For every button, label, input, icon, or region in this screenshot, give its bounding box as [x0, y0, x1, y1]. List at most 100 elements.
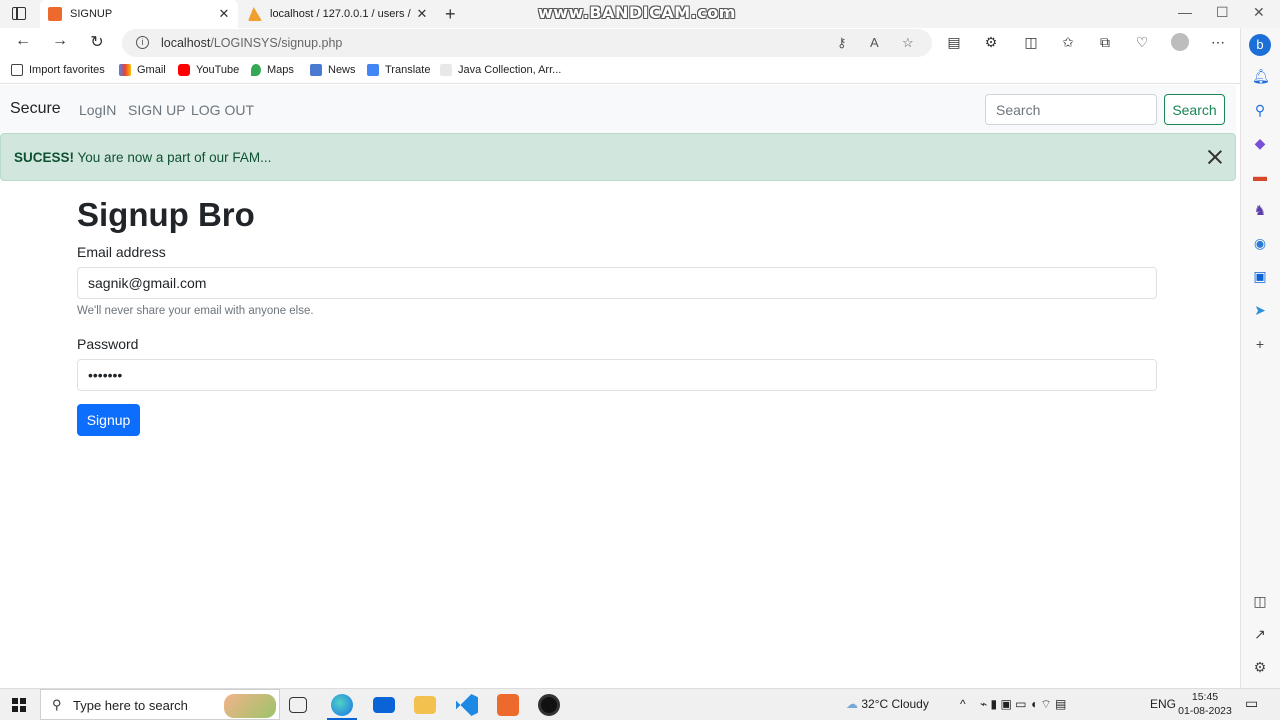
fav-label: Java Collection, Arr... — [458, 64, 562, 76]
profile-avatar[interactable] — [1171, 33, 1189, 51]
taskbar-search-box[interactable]: ⚲ Type here to search — [40, 689, 280, 720]
tab-title: SIGNUP — [70, 8, 113, 20]
close-tab-icon[interactable]: ✕ — [216, 6, 232, 22]
drop-icon[interactable]: ➤ — [1252, 302, 1268, 318]
page-content: Secure LogIN SIGN UP LOG OUT Search SUCE… — [0, 85, 1236, 688]
tab-actions-icon[interactable] — [12, 7, 26, 20]
settings-gear-icon[interactable]: ⚙ — [1252, 659, 1268, 675]
taskbar-search-text: Type here to search — [73, 698, 188, 713]
site-navbar: Secure LogIN SIGN UP LOG OUT Search — [0, 85, 1236, 133]
minimize-icon[interactable]: — — [1178, 4, 1192, 20]
add-icon[interactable]: + — [1252, 336, 1268, 352]
favorite-star-icon[interactable]: ☆ — [902, 35, 914, 51]
notification-center-icon[interactable]: ▭ — [1245, 695, 1258, 712]
fav-label: Gmail — [137, 64, 166, 76]
tools-icon[interactable]: ▬ — [1252, 168, 1268, 184]
navbar-brand[interactable]: Secure — [10, 100, 61, 118]
nav-link-signup[interactable]: SIGN UP — [128, 102, 186, 118]
read-aloud-icon[interactable]: A — [870, 35, 879, 50]
bing-chat-icon[interactable]: b — [1249, 34, 1271, 56]
page-title: Signup Bro — [77, 196, 255, 233]
fav-news[interactable]: News — [310, 64, 356, 76]
alert-strong: SUCESS! — [14, 150, 75, 165]
clock-date: 01-08-2023 — [1178, 705, 1232, 717]
tab-signup[interactable]: SIGNUP ✕ — [40, 0, 238, 28]
alert-text: SUCESS! You are now a part of our FAM... — [14, 150, 271, 165]
refresh-icon[interactable]: ↻ — [87, 32, 107, 52]
outlook-icon[interactable]: ▣ — [1252, 268, 1268, 284]
url-text: localhost/LOGINSYS/signup.php — [161, 36, 342, 50]
tray-icons[interactable]: ⌁ ▮ ▣ ▭ ◖ ⌔ ▤ — [980, 697, 1066, 712]
collections-icon[interactable]: ⧉ — [1095, 34, 1115, 51]
tab-phpmyadmin[interactable]: localhost / 127.0.0.1 / users / use ✕ — [240, 0, 436, 28]
address-bar-row: ← → ↻ i localhost/LOGINSYS/signup.php ⚷ … — [0, 28, 1240, 58]
cloud-icon: ☁ — [846, 697, 858, 711]
mail-icon[interactable] — [373, 697, 395, 713]
microsoft-365-icon[interactable]: ◉ — [1252, 235, 1268, 251]
fav-maps[interactable]: Maps — [251, 64, 294, 76]
windows-start-icon[interactable] — [12, 698, 26, 712]
signup-button[interactable]: Signup — [77, 404, 140, 436]
clock-time: 15:45 — [1191, 691, 1219, 703]
fav-label: Translate — [385, 64, 431, 76]
close-tab-icon[interactable]: ✕ — [414, 6, 430, 22]
email-help-text: We'll never share your email with anyone… — [77, 305, 314, 317]
extensions-icon[interactable]: ⚙ — [981, 34, 1001, 51]
fav-import-favorites[interactable]: Import favorites — [11, 64, 105, 76]
search-button[interactable]: Search — [1164, 94, 1225, 125]
weather-widget[interactable]: ☁ 32°C Cloudy — [846, 697, 929, 711]
open-external-icon[interactable]: ↗ — [1252, 626, 1268, 642]
maximize-icon[interactable]: ☐ — [1216, 4, 1229, 21]
hide-sidebar-icon[interactable]: ◫ — [1252, 593, 1268, 609]
fav-label: Import favorites — [29, 64, 105, 76]
forward-icon[interactable]: → — [50, 32, 70, 50]
new-tab-icon[interactable]: + — [445, 4, 456, 25]
search-icon[interactable]: ⚲ — [1252, 102, 1268, 118]
maps-icon — [251, 64, 261, 76]
success-alert: SUCESS! You are now a part of our FAM... — [0, 133, 1236, 181]
site-info-icon[interactable]: i — [136, 36, 149, 49]
split-screen-icon[interactable]: ◫ — [1021, 34, 1041, 51]
file-explorer-icon[interactable] — [414, 696, 436, 714]
url-path: /LOGINSYS/signup.php — [210, 36, 343, 50]
tray-chevron-icon[interactable]: ^ — [960, 697, 966, 711]
reading-view-icon[interactable]: ▤ — [944, 34, 964, 51]
task-view-icon[interactable] — [289, 697, 307, 713]
games-icon[interactable]: ♞ — [1252, 202, 1268, 218]
search-highlight-icon — [224, 694, 276, 718]
email-field[interactable] — [77, 267, 1157, 299]
performance-icon[interactable]: ♡ — [1132, 34, 1152, 51]
password-field[interactable] — [77, 359, 1157, 391]
xampp-icon[interactable] — [497, 694, 519, 716]
password-label: Password — [77, 336, 139, 352]
shopping-icon[interactable]: ◆ — [1252, 135, 1268, 151]
favorites-icon[interactable]: ✩ — [1058, 34, 1078, 51]
fav-youtube[interactable]: YouTube — [178, 64, 239, 76]
close-window-icon[interactable]: ✕ — [1253, 4, 1265, 21]
w3-icon — [440, 64, 452, 76]
weather-text: 32°C Cloudy — [861, 697, 929, 711]
url-field[interactable]: i localhost/LOGINSYS/signup.php ⚷ A ☆ — [122, 29, 932, 57]
email-label: Email address — [77, 244, 166, 260]
search-input[interactable] — [985, 94, 1157, 125]
fav-gmail[interactable]: Gmail — [119, 64, 166, 76]
close-alert-icon[interactable] — [1206, 148, 1224, 166]
fav-java-collection[interactable]: Java Collection, Arr... — [440, 64, 561, 76]
notifications-bell-icon[interactable]: 🔔︎ — [1252, 68, 1270, 84]
back-icon[interactable]: ← — [13, 32, 33, 50]
favorites-bar: Import favorites Gmail YouTube Maps News… — [0, 58, 1240, 84]
translate-icon — [367, 64, 379, 76]
taskbar-clock[interactable]: 15:45 01-08-2023 — [1178, 690, 1232, 718]
more-menu-icon[interactable]: ⋯ — [1208, 34, 1228, 51]
key-icon[interactable]: ⚷ — [837, 35, 847, 51]
nav-link-login[interactable]: LogIN — [79, 102, 116, 118]
nav-link-logout[interactable]: LOG OUT — [191, 102, 254, 118]
edge-sidebar: b 🔔︎ ⚲ ◆ ▬ ♞ ◉ ▣ ➤ + ◫ ↗ ⚙ — [1240, 28, 1280, 688]
vscode-icon[interactable] — [456, 694, 478, 716]
bandicam-record-icon[interactable] — [538, 694, 560, 716]
youtube-icon — [178, 64, 190, 76]
language-indicator[interactable]: ENG — [1150, 697, 1176, 711]
alert-message: You are now a part of our FAM... — [74, 150, 272, 165]
fav-translate[interactable]: Translate — [367, 64, 430, 76]
edge-taskbar-icon[interactable] — [331, 694, 353, 716]
